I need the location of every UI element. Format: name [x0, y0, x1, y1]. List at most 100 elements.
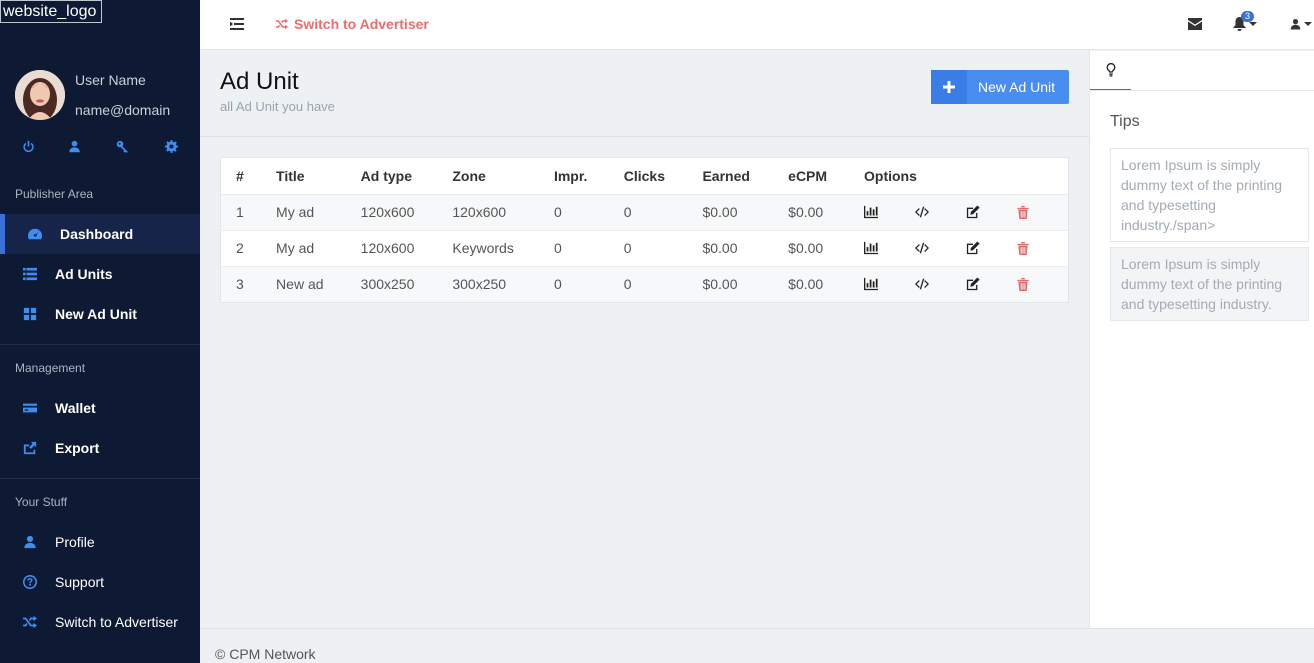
page-subtitle: all Ad Unit you have: [220, 99, 335, 114]
cell-ad-type: 120x600: [360, 230, 453, 267]
cell-impressions: 0: [553, 230, 624, 267]
table-row: 1 My ad 120x600 120x600 0 0 $0.00 $0.00: [221, 194, 1068, 231]
dashboard-icon: [5, 227, 60, 241]
user-menu-button[interactable]: [1290, 16, 1312, 32]
cell-ecpm: $0.00: [788, 194, 864, 231]
cell-number: 2: [221, 230, 277, 267]
sidebar-item-switch-to-advertiser[interactable]: Switch to Advertiser: [0, 602, 200, 642]
question-icon: [0, 575, 55, 589]
tab-tips[interactable]: [1090, 51, 1131, 91]
user-icon: [0, 535, 55, 549]
power-icon[interactable]: [20, 138, 36, 154]
cell-title: My ad: [276, 194, 361, 231]
cell-number: 3: [221, 266, 277, 302]
cell-zone: 120x600: [452, 194, 554, 231]
quick-actions: [20, 138, 185, 154]
edit-icon[interactable]: [966, 241, 1017, 255]
notifications-badge: 3: [1241, 11, 1255, 22]
cell-ecpm: $0.00: [788, 230, 864, 267]
cell-title: New ad: [276, 266, 361, 302]
edit-icon[interactable]: [966, 277, 1017, 291]
tip-item: Lorem Ipsum is simply dummy text of the …: [1110, 247, 1309, 321]
sidebar-item-new-ad-unit[interactable]: New Ad Unit: [0, 294, 200, 334]
shuffle-icon: [0, 615, 55, 629]
code-icon[interactable]: [915, 241, 966, 255]
cell-clicks: 0: [623, 266, 703, 302]
code-icon[interactable]: [915, 205, 966, 219]
sidebar-item-label: Ad Units: [55, 266, 113, 282]
user-icon: [1290, 18, 1301, 30]
cell-ad-type: 300x250: [360, 266, 453, 302]
sidebar-item-label: Switch to Advertiser: [55, 614, 178, 630]
sidebar-item-profile[interactable]: Profile: [0, 522, 200, 562]
trash-icon[interactable]: [1017, 241, 1068, 255]
page-header: Ad Unit all Ad Unit you have New Ad Unit: [200, 51, 1089, 137]
col-header-ecpm: eCPM: [788, 158, 864, 195]
table-header-row: # Title Ad type Zone Impr. Clicks Earned…: [221, 158, 1068, 195]
cell-number: 1: [221, 194, 277, 231]
new-ad-unit-button[interactable]: New Ad Unit: [931, 70, 1069, 104]
tab-divider: [1090, 90, 1314, 91]
messages-button[interactable]: [1188, 16, 1202, 32]
user-icon[interactable]: [66, 138, 82, 154]
edit-icon[interactable]: [966, 205, 1017, 219]
code-icon[interactable]: [915, 277, 966, 291]
footer: © CPM Network: [200, 628, 1314, 663]
cell-earned: $0.00: [702, 266, 789, 302]
sidebar-item-label: Profile: [55, 534, 95, 550]
sidebar-item-dashboard[interactable]: Dashboard: [0, 214, 200, 254]
notifications-button[interactable]: 3: [1233, 11, 1257, 32]
cell-impressions: 0: [553, 194, 624, 231]
tips-panel: Tips Lorem Ipsum is simply dummy text of…: [1089, 51, 1314, 628]
user-email: name@domain: [75, 102, 171, 118]
lightbulb-icon: [1106, 63, 1115, 77]
table-row: 2 My ad 120x600 Keywords 0 0 $0.00 $0.00: [221, 230, 1068, 267]
website-logo[interactable]: website_logo: [0, 0, 102, 23]
cell-options: [864, 230, 1068, 267]
section-label-management: Management: [15, 361, 86, 375]
stats-icon[interactable]: [864, 205, 915, 219]
tips-title: Tips: [1110, 113, 1140, 130]
top-bar: Switch to Advertiser 3: [200, 0, 1314, 50]
cell-impressions: 0: [553, 266, 624, 302]
col-header-impressions: Impr.: [553, 158, 624, 195]
key-icon[interactable]: [114, 138, 130, 154]
sidebar: website_logo User Name name@domain Publi…: [0, 0, 200, 663]
gear-icon[interactable]: [163, 138, 179, 154]
col-header-zone: Zone: [452, 158, 554, 195]
shuffle-icon: [276, 18, 288, 30]
sidebar-item-export[interactable]: Export: [0, 428, 200, 468]
cell-options: [864, 266, 1068, 302]
cell-clicks: 0: [623, 230, 703, 267]
stats-icon[interactable]: [864, 241, 915, 255]
cell-zone: 300x250: [452, 266, 554, 302]
grid-icon: [0, 307, 55, 321]
cell-clicks: 0: [623, 194, 703, 231]
col-header-earned: Earned: [702, 158, 789, 195]
trash-icon[interactable]: [1017, 277, 1068, 291]
sidebar-item-label: Dashboard: [60, 226, 134, 242]
tip-item: Lorem Ipsum is simply dummy text of the …: [1110, 148, 1309, 242]
cell-zone: Keywords: [452, 230, 554, 267]
sidebar-toggle-icon[interactable]: [230, 17, 244, 31]
sidebar-item-wallet[interactable]: Wallet: [0, 388, 200, 428]
col-header-options: Options: [864, 158, 1068, 195]
stats-icon[interactable]: [864, 277, 915, 291]
sidebar-item-label: New Ad Unit: [55, 306, 137, 322]
sidebar-item-ad-units[interactable]: Ad Units: [0, 254, 200, 294]
sidebar-item-support[interactable]: Support: [0, 562, 200, 602]
sidebar-item-label: Export: [55, 440, 100, 456]
switch-to-advertiser-link[interactable]: Switch to Advertiser: [276, 16, 429, 32]
table-row: 3 New ad 300x250 300x250 0 0 $0.00 $0.00: [221, 266, 1068, 302]
trash-icon[interactable]: [1017, 205, 1068, 219]
new-ad-unit-label: New Ad Unit: [978, 79, 1056, 95]
col-header-number: #: [221, 158, 277, 195]
page-title: Ad Unit: [220, 68, 299, 95]
plus-icon: [931, 70, 967, 104]
cell-title: My ad: [276, 230, 361, 267]
section-label-publisher: Publisher Area: [15, 187, 94, 201]
avatar[interactable]: [15, 70, 65, 120]
cell-ad-type: 120x600: [360, 194, 453, 231]
credit-card-icon: [0, 401, 55, 415]
cell-ecpm: $0.00: [788, 266, 864, 302]
